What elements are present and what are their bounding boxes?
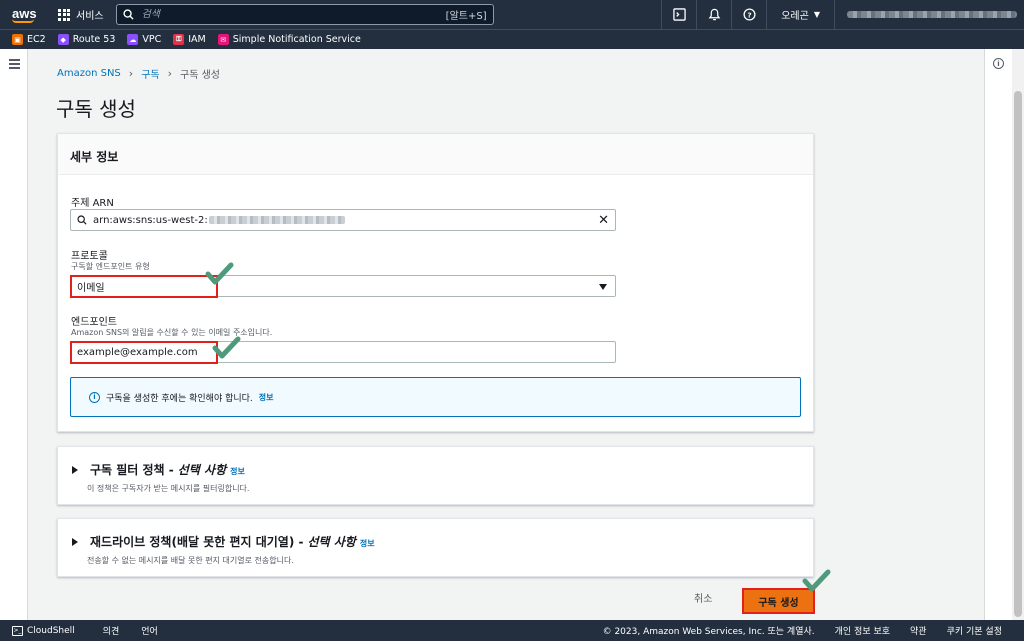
- services-menu-button[interactable]: 서비스: [58, 7, 104, 22]
- help-icon: ?: [743, 8, 756, 21]
- protocol-label: 프로토콜: [71, 251, 108, 262]
- chevron-right-icon: ›: [128, 67, 134, 80]
- account-menu[interactable]: [834, 0, 1024, 29]
- filter-policy-toggle[interactable]: 구독 필터 정책 - 선택 사항 정보: [72, 461, 799, 478]
- svg-text:?: ?: [747, 10, 751, 19]
- grid-icon: [58, 8, 70, 21]
- vpc-icon: ☁: [127, 34, 139, 45]
- filter-policy-optional: 선택 사항: [177, 463, 227, 477]
- search-shortcut: [알트+S]: [445, 11, 487, 22]
- protocol-highlight-box: [70, 275, 218, 298]
- checkmark-icon: [212, 336, 241, 359]
- right-tools-rail: i: [984, 49, 1012, 620]
- checkmark-icon: [802, 569, 831, 592]
- cancel-button[interactable]: 취소: [694, 590, 712, 605]
- search-icon: [77, 215, 87, 225]
- topic-arn-input[interactable]: arn:aws:sns:us-west-2: ✕: [70, 209, 616, 231]
- endpoint-description: Amazon SNS의 알림을 수신할 수 있는 이메일 주소입니다.: [71, 328, 273, 337]
- info-icon: i: [89, 391, 100, 403]
- cookie-preferences-link[interactable]: 쿠키 기본 설정: [947, 624, 1002, 637]
- favorites-bar: ▣ EC2 ◆ Route 53 ☁ VPC ⚿ IAM ✉ Simple No…: [0, 29, 1024, 49]
- info-panel-icon[interactable]: i: [993, 58, 1004, 69]
- region-label: 오레곤: [781, 11, 809, 22]
- endpoint-highlight-box: [70, 341, 218, 364]
- caret-right-icon: [72, 465, 78, 474]
- caret-right-icon: [72, 537, 78, 546]
- filter-policy-panel: 구독 필터 정책 - 선택 사항 정보 이 정책은 구독자가 받는 메시지를 필…: [57, 446, 814, 505]
- aws-logo[interactable]: aws: [0, 7, 44, 23]
- checkmark-icon: [205, 262, 234, 285]
- iam-icon: ⚿: [173, 34, 185, 45]
- redrive-policy-info-link[interactable]: 정보: [360, 538, 375, 549]
- breadcrumb-subscriptions[interactable]: 구독: [141, 66, 159, 81]
- search-icon: [123, 9, 134, 20]
- topic-arn-value: arn:aws:sns:us-west-2:: [93, 214, 208, 226]
- filter-policy-info-link[interactable]: 정보: [230, 466, 245, 477]
- favorite-vpc[interactable]: ☁ VPC: [127, 34, 161, 45]
- endpoint-label: 엔드포인트: [71, 317, 117, 328]
- favorite-route53[interactable]: ◆ Route 53: [57, 34, 116, 45]
- favorite-label: Simple Notification Service: [232, 34, 361, 45]
- search-input[interactable]: [141, 9, 446, 20]
- chevron-right-icon: ›: [167, 67, 172, 80]
- alert-text: 구독을 생성한 후에는 확인해야 합니다.: [106, 393, 253, 404]
- help-button[interactable]: ?: [731, 0, 766, 29]
- page-scrollbar[interactable]: [1012, 49, 1024, 620]
- footer: >_ CloudShell 의견 언어 © 2023, Amazon Web S…: [0, 620, 1024, 641]
- favorite-label: IAM: [188, 34, 206, 45]
- protocol-description: 구독할 엔드포인트 유형: [71, 262, 150, 271]
- favorite-label: Route 53: [72, 34, 116, 45]
- language-link[interactable]: 언어: [141, 624, 158, 637]
- terminal-icon: [673, 8, 686, 21]
- cloudshell-icon-button[interactable]: [661, 0, 696, 29]
- redrive-policy-toggle[interactable]: 재드라이브 정책(배달 못한 편지 대기열) - 선택 사항 정보: [72, 533, 799, 550]
- region-selector[interactable]: 오레곤 ▼: [766, 0, 834, 29]
- redacted-account-name: [847, 11, 1017, 18]
- breadcrumb: Amazon SNS › 구독 › 구독 생성: [57, 66, 220, 81]
- top-navigation: aws 서비스 [알트+S] ? 오레곤 ▼: [0, 0, 1024, 29]
- filter-policy-title: 구독 필터 정책 -: [90, 463, 174, 477]
- left-navigation-rail: [0, 49, 28, 620]
- redacted-account-id: [208, 216, 345, 224]
- terms-link[interactable]: 약관: [910, 624, 927, 637]
- services-label: 서비스: [76, 11, 104, 22]
- route53-icon: ◆: [57, 34, 69, 45]
- caret-down-icon: [599, 284, 607, 290]
- alert-info-link[interactable]: 정보: [259, 392, 274, 403]
- scrollbar-thumb[interactable]: [1014, 91, 1022, 617]
- copyright-text: © 2023, Amazon Web Services, Inc. 또는 계열사…: [602, 627, 815, 637]
- breadcrumb-sns[interactable]: Amazon SNS: [57, 68, 121, 79]
- filter-policy-description: 이 정책은 구독자가 받는 메시지를 필터링합니다.: [87, 484, 250, 493]
- sns-icon: ✉: [217, 34, 229, 45]
- favorite-label: EC2: [27, 34, 46, 45]
- ec2-icon: ▣: [12, 34, 23, 45]
- cloudshell-label: CloudShell: [27, 625, 75, 636]
- details-header: 세부 정보: [58, 134, 813, 175]
- clear-icon[interactable]: ✕: [598, 213, 609, 228]
- redrive-policy-optional: 선택 사항: [307, 535, 356, 549]
- notifications-button[interactable]: [696, 0, 731, 29]
- favorite-sns[interactable]: ✉ Simple Notification Service: [217, 34, 361, 45]
- privacy-link[interactable]: 개인 정보 보호: [835, 624, 890, 637]
- favorite-label: VPC: [142, 34, 162, 45]
- redrive-policy-title: 재드라이브 정책(배달 못한 편지 대기열) -: [90, 535, 304, 549]
- bell-icon: [708, 8, 721, 21]
- breadcrumb-current: 구독 생성: [180, 70, 220, 81]
- search-box[interactable]: [알트+S]: [115, 4, 494, 25]
- details-panel: 세부 정보 주제 ARN arn:aws:sns:us-west-2: ✕ 프로…: [57, 133, 814, 432]
- cloudshell-button[interactable]: >_ CloudShell: [0, 625, 75, 636]
- favorite-iam[interactable]: ⚿ IAM: [173, 34, 206, 45]
- page-title: 구독 생성: [56, 97, 136, 121]
- redrive-policy-description: 전송할 수 없는 메시지를 배달 못한 편지 대기열로 전송합니다.: [87, 556, 294, 565]
- terminal-icon: >_: [12, 625, 23, 636]
- redrive-policy-panel: 재드라이브 정책(배달 못한 편지 대기열) - 선택 사항 정보 전송할 수 …: [57, 518, 814, 577]
- topic-arn-label: 주제 ARN: [71, 198, 114, 209]
- favorite-ec2[interactable]: ▣ EC2: [12, 34, 46, 45]
- menu-icon[interactable]: [9, 59, 20, 71]
- caret-down-icon: ▼: [813, 10, 820, 19]
- confirmation-info-alert: i 구독을 생성한 후에는 확인해야 합니다. 정보: [70, 377, 801, 417]
- feedback-link[interactable]: 의견: [103, 624, 120, 637]
